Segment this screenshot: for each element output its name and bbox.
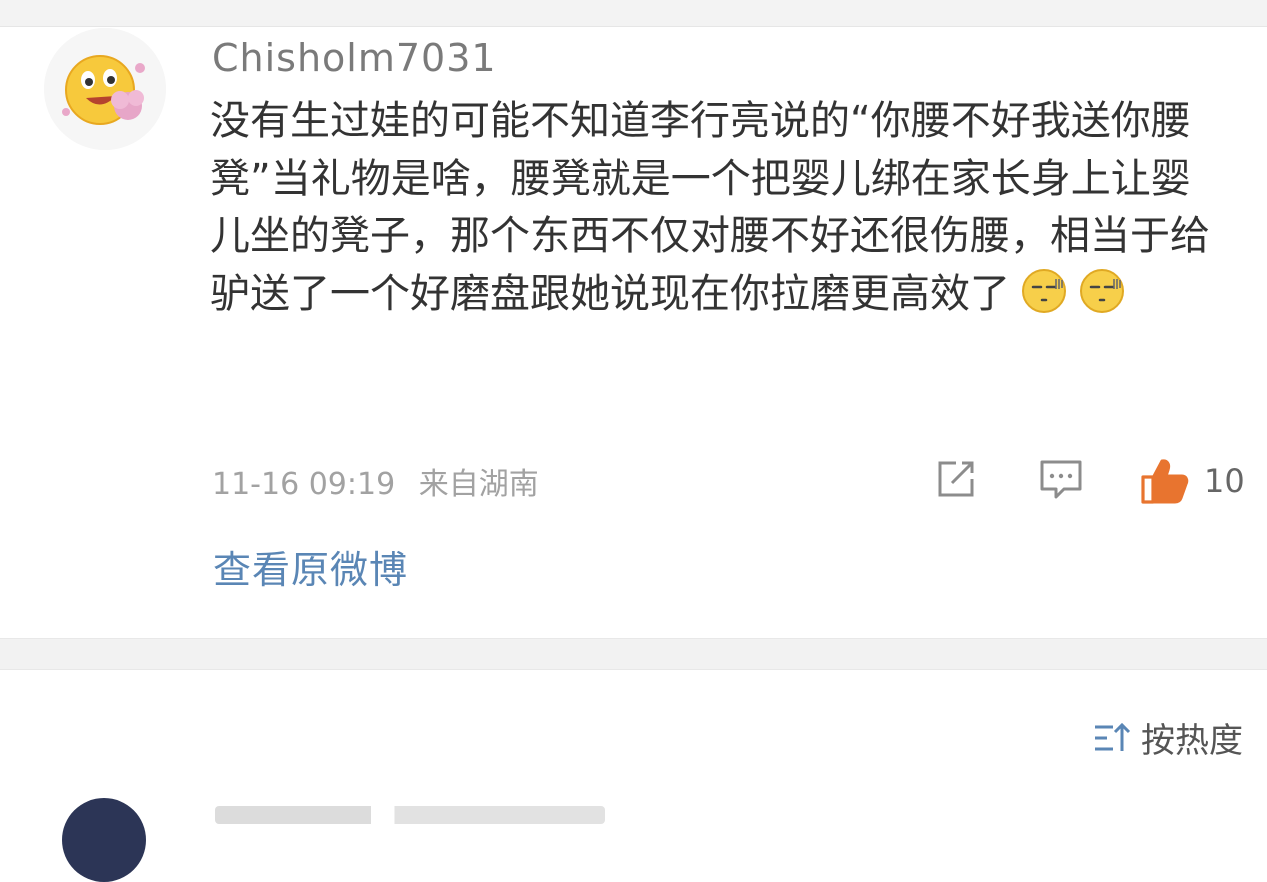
top-separator: [0, 0, 1267, 27]
comment-location: 来自湖南: [418, 467, 539, 502]
comment-meta: 11-16 09:19 来自湖南: [212, 459, 553, 503]
comment-timestamp: 11-16 09:19: [212, 467, 396, 502]
sort-label: 按热度: [1141, 721, 1243, 761]
sweat-smile-emoji-icon: [1078, 267, 1126, 315]
next-comment-avatar[interactable]: [62, 798, 146, 882]
view-original-post-link[interactable]: 查看原微博: [213, 539, 408, 594]
sort-icon: [1095, 722, 1131, 751]
avatar[interactable]: [44, 28, 166, 150]
share-button[interactable]: [934, 457, 978, 501]
username[interactable]: Chisholm7031: [212, 36, 497, 80]
comment-body: 没有生过娃的可能不知道李行亮说的“你腰不好我送你腰凳”当礼物是啥，腰凳就是一个把…: [210, 93, 1220, 323]
like-button[interactable]: 10: [1140, 457, 1245, 505]
reply-button[interactable]: [1038, 457, 1084, 501]
share-icon: [938, 461, 974, 497]
next-comment-username-placeholder: [215, 806, 605, 824]
like-count: 10: [1204, 462, 1245, 500]
section-divider: [0, 638, 1267, 670]
sweat-smile-emoji-icon: [1020, 267, 1068, 315]
avatar-emoji-icon: [44, 28, 166, 150]
sort-by-hotness-button[interactable]: 按热度: [1093, 713, 1243, 762]
comment-icon: [1040, 460, 1082, 499]
thumbs-up-icon: [1141, 459, 1189, 504]
